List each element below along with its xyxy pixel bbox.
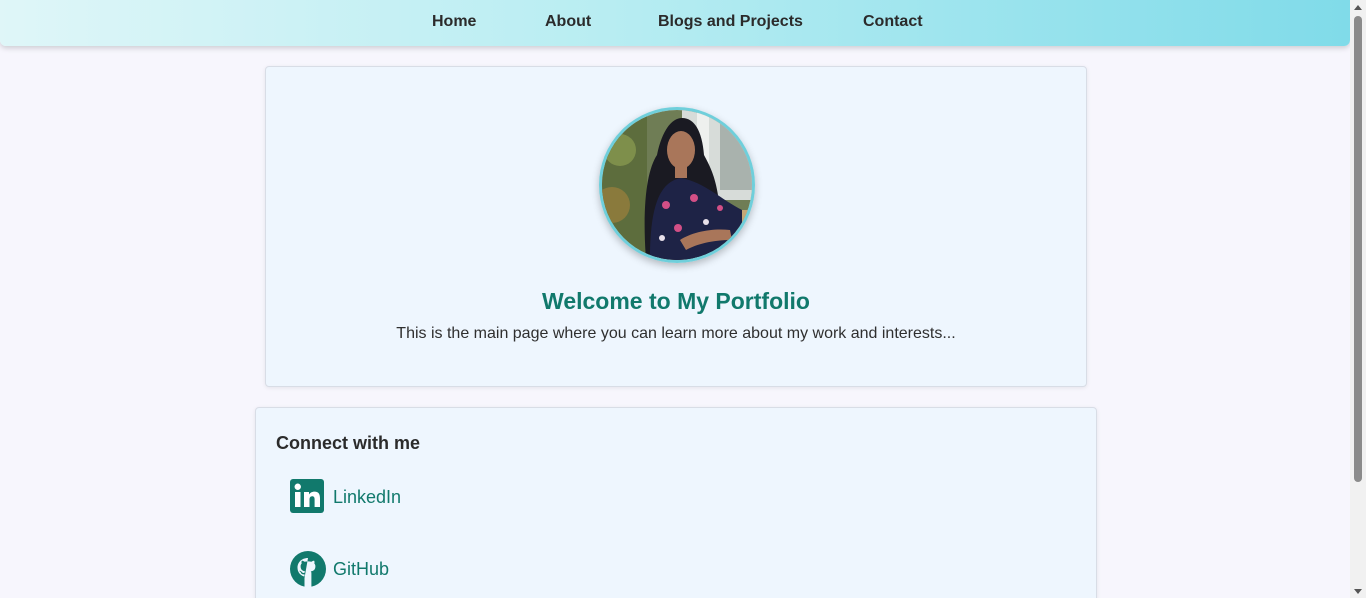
- connect-card: Connect with me LinkedIn GitHub: [255, 407, 1097, 598]
- nav-link-contact[interactable]: Contact: [863, 13, 923, 31]
- linkedin-icon: [290, 479, 324, 513]
- profile-avatar: [599, 107, 755, 263]
- profile-photo: [602, 110, 752, 260]
- linkedin-label: LinkedIn: [333, 486, 402, 507]
- page-title: Welcome to My Portfolio: [542, 288, 810, 314]
- scroll-up-icon[interactable]: [1354, 5, 1362, 10]
- github-icon: [290, 551, 326, 587]
- scroll-down-icon[interactable]: [1354, 589, 1362, 594]
- nav-link-blogs-and-projects[interactable]: Blogs and Projects: [658, 13, 803, 31]
- vertical-scrollbar[interactable]: [1350, 0, 1366, 598]
- nav-link-about[interactable]: About: [545, 13, 591, 31]
- top-navbar: Home About Blogs and Projects Contact: [0, 0, 1350, 46]
- welcome-card: Welcome to My Portfolio This is the main…: [265, 66, 1087, 387]
- connect-heading: Connect with me: [276, 433, 421, 453]
- scrollbar-thumb[interactable]: [1354, 16, 1362, 482]
- github-link[interactable]: GitHub: [290, 551, 389, 587]
- linkedin-link[interactable]: LinkedIn: [290, 479, 401, 515]
- nav-link-home[interactable]: Home: [432, 13, 476, 31]
- github-label: GitHub: [333, 558, 390, 579]
- page-subtitle: This is the main page where you can lear…: [396, 325, 956, 342]
